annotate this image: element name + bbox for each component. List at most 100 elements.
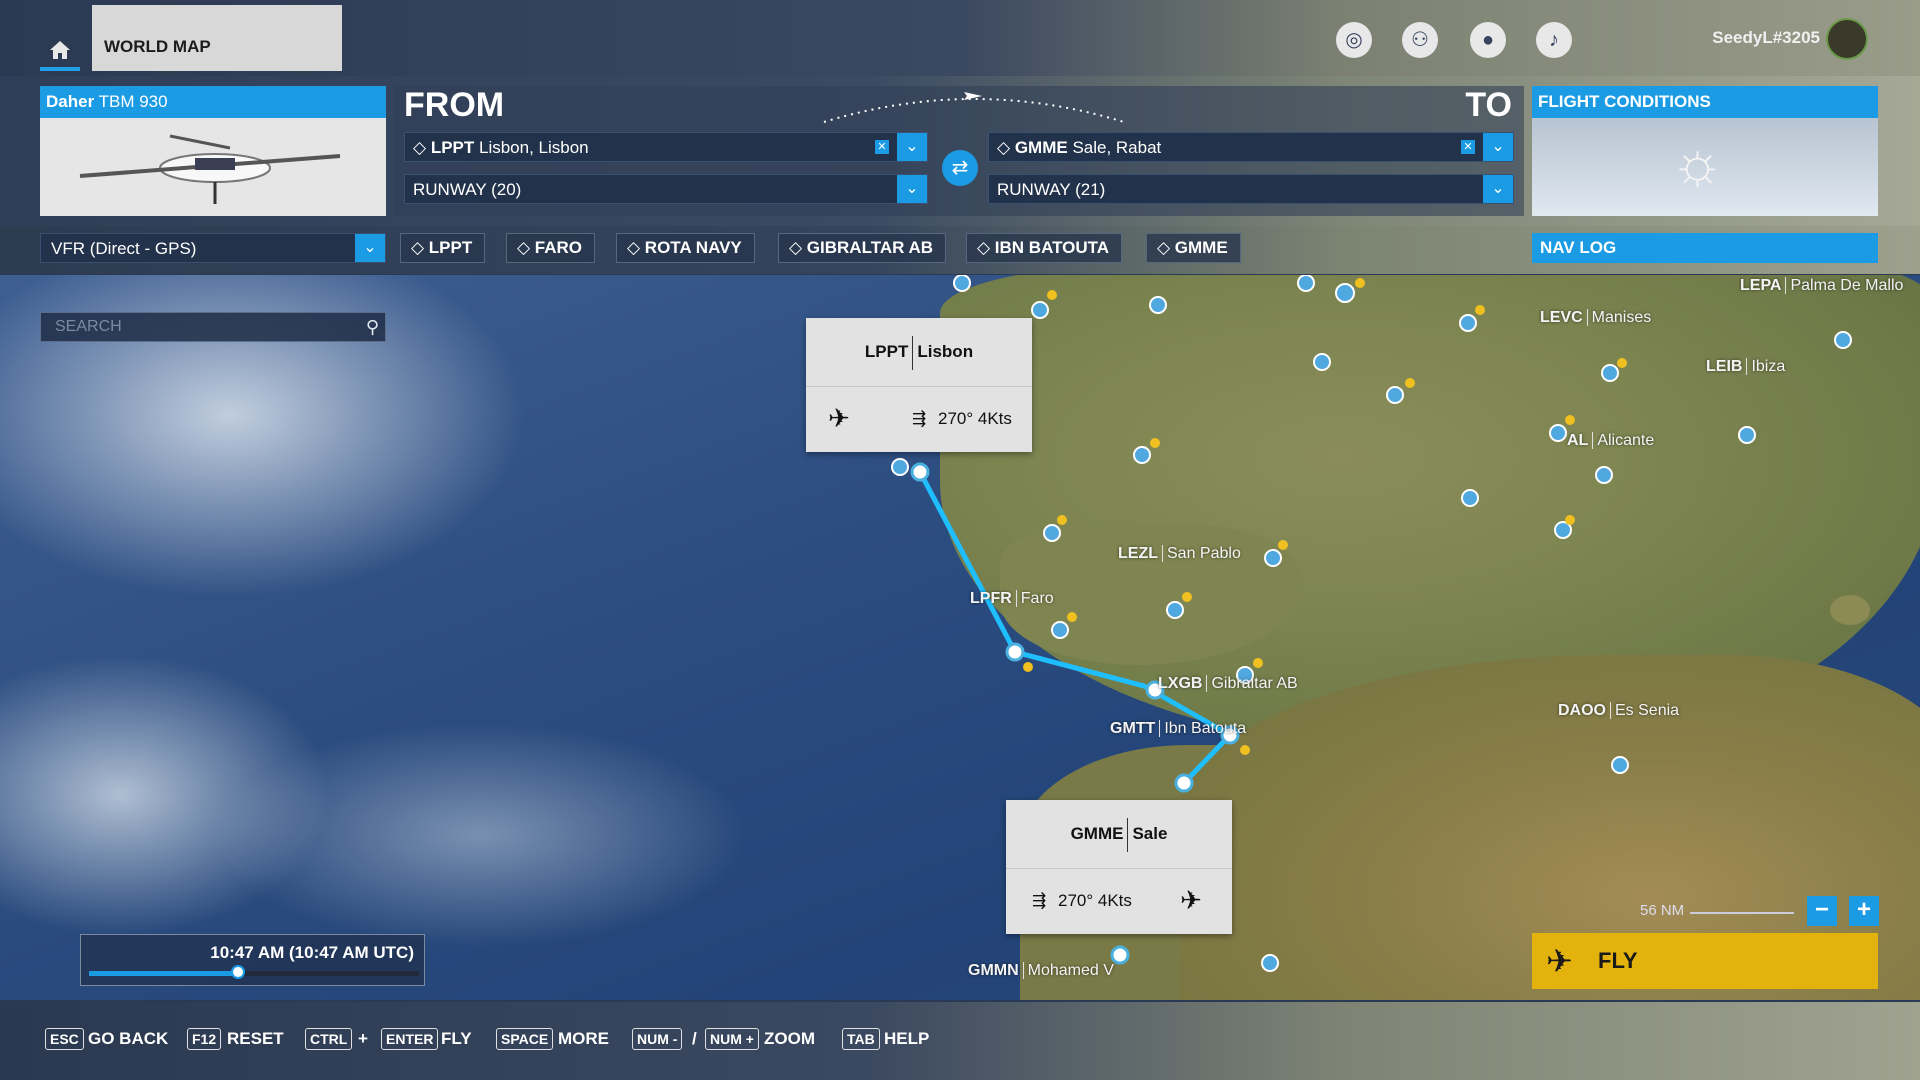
key-space: SPACE [496, 1028, 554, 1050]
shortcut-bar [0, 1002, 1920, 1080]
waypoint-gibraltar-ab[interactable]: ◇ GIBRALTAR AB [778, 233, 947, 263]
map-label-levc: LEVC Manises [1540, 309, 1652, 326]
departure-runway-select[interactable]: RUNWAY (20) ⌄ [404, 174, 928, 204]
time-track-fill [89, 971, 238, 976]
partly-cloudy-icon: ☼ [1670, 129, 1725, 196]
waypoint-gmme[interactable]: ◇ GMME [1146, 233, 1241, 263]
takeoff-icon: ✈ [828, 403, 850, 433]
swap-route-button[interactable]: ⇄ [942, 150, 978, 186]
plus-sign: + [358, 1029, 368, 1048]
time-display: 10:47 AM (10:47 AM UTC) [210, 943, 414, 962]
aircraft-make: Daher [46, 92, 95, 111]
shortcut-zoom[interactable]: ZOOM [764, 1028, 815, 1050]
aircraft-card[interactable]: Daher TBM 930 [40, 86, 386, 216]
fly-button[interactable]: ✈ FLY [1532, 933, 1878, 989]
flight-conditions-label: FLIGHT CONDITIONS [1532, 86, 1878, 118]
avatar[interactable] [1826, 18, 1868, 60]
departure-icao-field: LPPT [430, 138, 475, 157]
waypoint-lppt[interactable]: ◇ LPPT [400, 233, 486, 263]
arrival-runway: RUNWAY (21) [997, 180, 1106, 199]
key-enter: ENTER [381, 1028, 439, 1050]
map-label-lepa: LEPA Palma De Mallo [1740, 277, 1904, 294]
chevron-down-icon[interactable]: ⌄ [1483, 133, 1513, 161]
chevron-down-icon[interactable]: ⌄ [1483, 175, 1513, 203]
map-label-gmmn: GMMN Mohamed V [968, 962, 1114, 979]
nav-log-button[interactable]: NAV LOG [1532, 233, 1878, 263]
arrival-icao-field: GMME [1014, 138, 1068, 157]
shortcut-reset[interactable]: RESET [227, 1028, 284, 1050]
key-tab: TAB [842, 1028, 880, 1050]
shortcut-go-back[interactable]: GO BACK [88, 1028, 168, 1050]
departure-airport-select[interactable]: ◇ LPPT Lisbon, Lisbon ✕ ⌄ [404, 132, 928, 162]
chevron-down-icon[interactable]: ⌄ [355, 234, 385, 262]
key-ctrl: CTRL [305, 1028, 353, 1050]
chevron-down-icon[interactable]: ⌄ [897, 133, 927, 161]
clear-arrival-icon[interactable]: ✕ [1461, 140, 1475, 154]
flight-type: VFR (Direct - GPS) [51, 239, 197, 258]
departure-runway: RUNWAY (20) [413, 180, 522, 199]
waypoint-ibn-batouta[interactable]: ◇ IBN BATOUTA [966, 233, 1123, 263]
map-label-lezl: LEZL San Pablo [1118, 545, 1241, 562]
time-of-day-slider[interactable]: 10:47 AM (10:47 AM UTC) [80, 934, 425, 986]
fly-label: FLY [1598, 948, 1638, 973]
scale-bar [1690, 912, 1794, 914]
wind-icon: ⇶ [1032, 891, 1047, 910]
activity-icon[interactable]: ◎ [1336, 22, 1372, 58]
slash-sign: / [692, 1029, 697, 1048]
arrival-icao: GMME [1070, 824, 1124, 843]
departure-icao: LPPT [864, 342, 909, 361]
search-placeholder: SEARCH [55, 318, 122, 335]
zoom-in-button[interactable]: + [1849, 896, 1879, 926]
clear-departure-icon[interactable]: ✕ [875, 140, 889, 154]
waypoint-marker-tangier [1174, 773, 1194, 793]
search-icon[interactable]: ⚲ [366, 313, 379, 341]
wind-icon: ⇶ [912, 409, 927, 428]
key-esc: ESC [45, 1028, 84, 1050]
key-num-plus: NUM + [705, 1028, 759, 1050]
arrival-airport-popup[interactable]: GMME Sale ⇶ 270° 4Kts ✈ [1006, 800, 1232, 934]
waypoint-faro[interactable]: ◇ FARO [506, 233, 596, 263]
friends-icon[interactable]: ⚇ [1402, 22, 1438, 58]
departure-airport-popup[interactable]: LPPT Lisbon ✈ ⇶ 270° 4Kts [806, 318, 1032, 452]
arrival-airport-select[interactable]: ◇ GMME Sale, Rabat ✕ ⌄ [988, 132, 1514, 162]
time-slider-handle[interactable] [230, 965, 245, 979]
notifications-icon[interactable]: ♪ [1536, 22, 1572, 58]
search-input[interactable]: SEARCH ⚲ [40, 312, 386, 342]
waypoint-marker-gmme [1110, 945, 1130, 965]
world-map[interactable]: LEPA Palma De Mallo LEVC Manises LEIB Ibiza… [0, 275, 1920, 1000]
home-tab[interactable] [40, 5, 92, 71]
takeoff-icon: ✈ [1546, 943, 1573, 979]
home-icon [50, 41, 70, 59]
waypoint-rota-navy[interactable]: ◇ ROTA NAVY [616, 233, 755, 263]
flight-conditions-card[interactable]: FLIGHT CONDITIONS ☼ [1532, 86, 1878, 216]
zoom-out-button[interactable]: − [1807, 896, 1837, 926]
profile-icon[interactable]: ● [1470, 22, 1506, 58]
to-title: TO [1465, 86, 1512, 124]
arrival-name-field: Sale, Rabat [1072, 138, 1162, 157]
departure-wind: 270° 4Kts [938, 409, 1012, 428]
key-num-minus: NUM - [632, 1028, 683, 1050]
arrival-runway-select[interactable]: RUNWAY (21) ⌄ [988, 174, 1514, 204]
shortcut-help[interactable]: HELP [884, 1028, 929, 1050]
landing-icon: ✈ [1180, 885, 1202, 915]
flight-type-select[interactable]: VFR (Direct - GPS) ⌄ [40, 233, 386, 263]
map-label-alicante: AL Alicante [1567, 432, 1655, 449]
from-title: FROM [404, 86, 505, 124]
map-label-leib: LEIB Ibiza [1706, 358, 1786, 375]
key-f12: F12 [187, 1028, 222, 1050]
shortcut-fly[interactable]: FLY [441, 1028, 472, 1050]
departure-name: Lisbon [917, 342, 974, 361]
username[interactable]: SeedyL#3205 [1712, 28, 1820, 48]
swap-icon: ⇄ [951, 157, 969, 179]
arrival-name: Sale [1132, 824, 1168, 843]
tab-world-map[interactable]: WORLD MAP [92, 5, 342, 71]
map-label-lpfr: LPFR Faro [970, 590, 1054, 607]
aircraft-image [40, 118, 386, 216]
departure-name-field: Lisbon, Lisbon [479, 138, 589, 157]
location-icon: ◇ [997, 138, 1011, 157]
map-scale: 56 NM [1640, 902, 1685, 919]
chevron-down-icon[interactable]: ⌄ [897, 175, 927, 203]
shortcut-more[interactable]: MORE [558, 1028, 609, 1050]
aircraft-model: TBM 930 [98, 92, 168, 111]
waypoint-marker-faro [1005, 642, 1025, 662]
